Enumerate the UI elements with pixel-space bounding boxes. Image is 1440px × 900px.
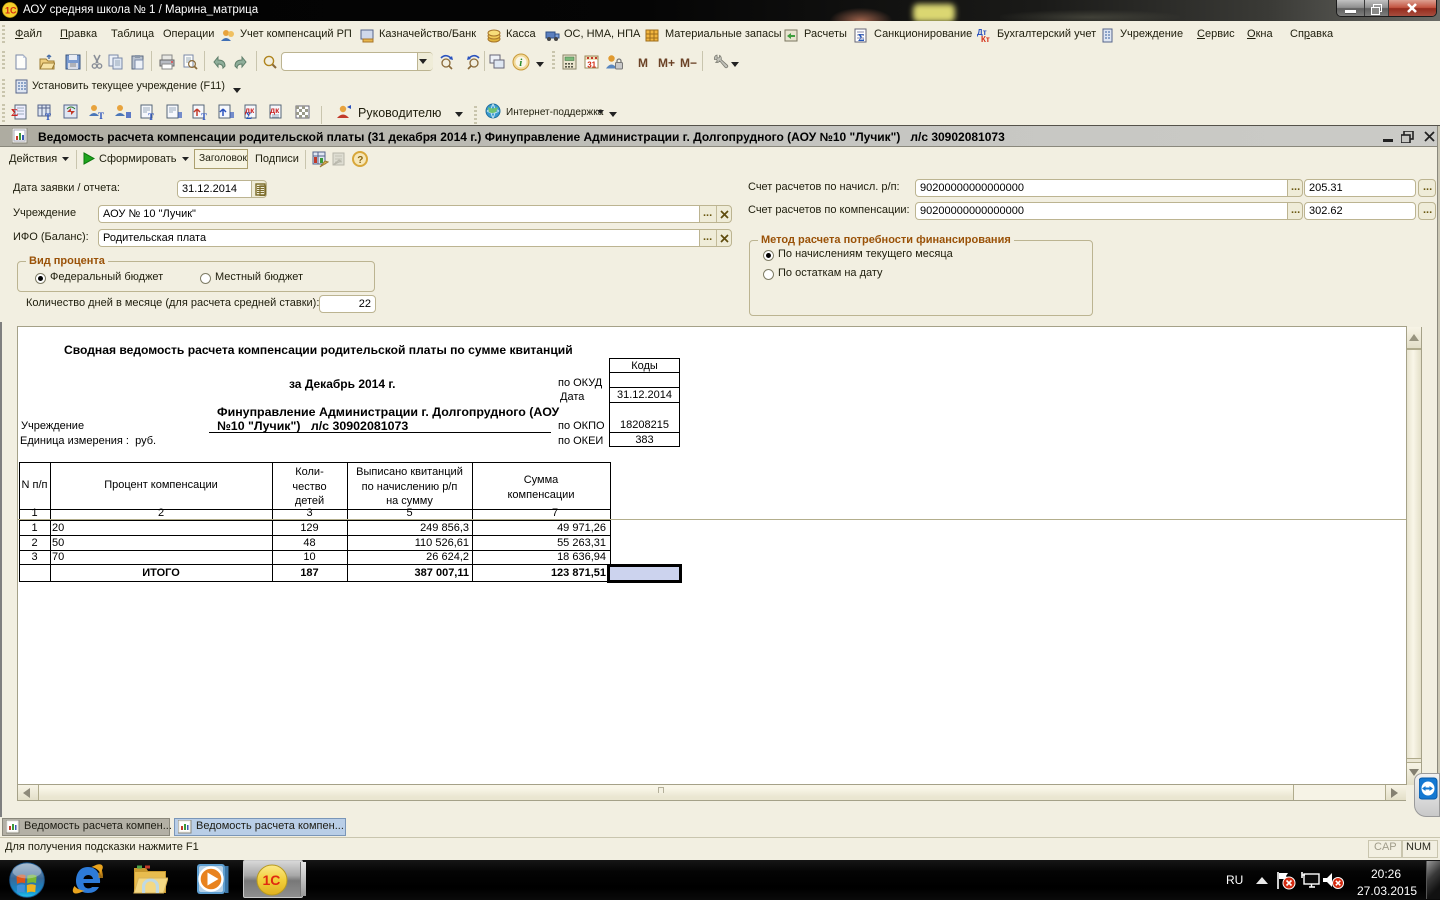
svg-text:T: T: [45, 112, 51, 120]
svg-text:T: T: [98, 111, 104, 120]
svg-text:Σ: Σ: [246, 111, 252, 120]
svg-text:T: T: [148, 112, 154, 120]
svg-text:T: T: [201, 112, 207, 120]
svg-text:дк: дк: [270, 106, 280, 115]
svg-text:Σ: Σ: [858, 33, 865, 43]
svg-text:?: ?: [357, 155, 363, 166]
svg-text:1С: 1С: [263, 872, 281, 888]
svg-text:Σ: Σ: [11, 107, 18, 119]
svg-text:Кт: Кт: [981, 35, 990, 43]
svg-text:31: 31: [587, 61, 596, 70]
svg-text:1С: 1С: [5, 6, 17, 16]
